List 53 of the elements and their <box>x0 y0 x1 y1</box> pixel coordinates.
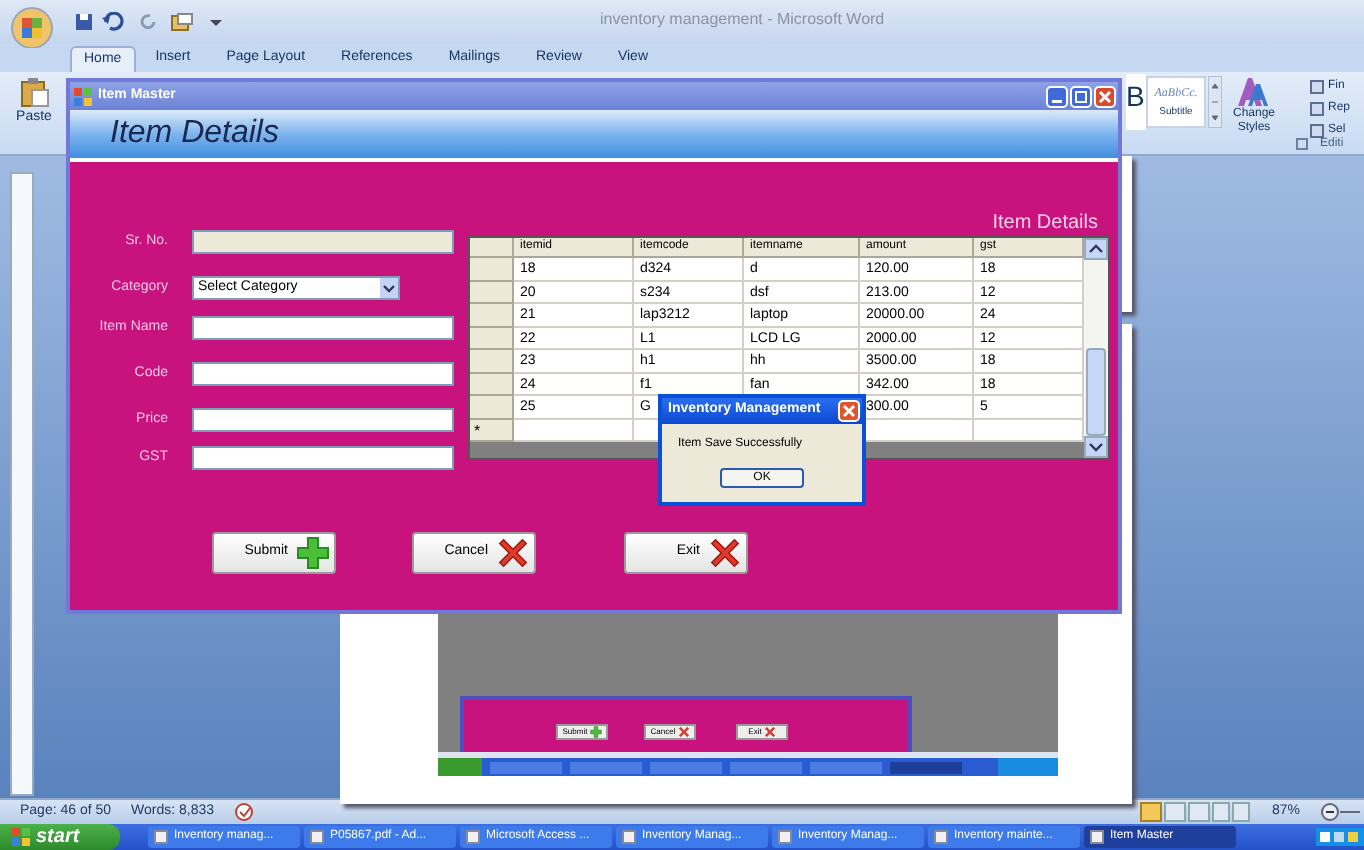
row-header[interactable] <box>470 281 514 304</box>
window-icon <box>154 830 168 844</box>
gallery-scroll-icon[interactable] <box>1208 76 1222 128</box>
dialog-launcher-icon[interactable] <box>1296 138 1308 150</box>
caret-icon <box>380 278 398 298</box>
plus-icon <box>589 726 602 738</box>
window-icon <box>778 830 792 844</box>
app-icon <box>74 87 92 105</box>
row-header[interactable] <box>470 373 514 396</box>
font-letters-icon <box>1236 76 1272 108</box>
new-row-marker: * <box>470 419 514 442</box>
window-icon <box>310 830 324 844</box>
dropdown-arrow-icon[interactable] <box>210 16 222 28</box>
cross-icon <box>496 536 530 570</box>
window-title: inventory management - Microsoft Word <box>600 8 885 32</box>
input-field[interactable] <box>192 408 454 432</box>
input-field[interactable] <box>192 316 454 340</box>
clipboard-icon <box>18 76 50 108</box>
row-header[interactable] <box>470 350 514 373</box>
input-field[interactable] <box>192 446 454 470</box>
scroll-up-icon[interactable] <box>1084 238 1108 260</box>
redo-icon[interactable] <box>138 12 158 32</box>
row-header[interactable] <box>470 258 514 281</box>
cross-icon <box>763 726 776 738</box>
plus-icon <box>296 536 330 570</box>
save-icon[interactable] <box>74 12 94 32</box>
row-header[interactable] <box>470 396 514 419</box>
scroll-down-icon[interactable] <box>1084 436 1108 458</box>
row-header[interactable] <box>470 304 514 327</box>
close-icon[interactable] <box>838 400 860 422</box>
proofing-icon[interactable] <box>234 802 255 822</box>
clipboard-icon[interactable] <box>170 12 194 32</box>
cross-icon <box>708 536 742 570</box>
window-icon <box>934 830 948 844</box>
zoom-slider-icon[interactable] <box>1320 802 1360 822</box>
style-preview[interactable]: B <box>1126 74 1146 130</box>
minimize-icon[interactable] <box>1046 85 1068 107</box>
scrollbar-thumb[interactable] <box>1086 348 1106 436</box>
grid-caption: Item Details <box>992 210 1098 236</box>
maximize-icon[interactable] <box>1070 85 1092 107</box>
input-field[interactable] <box>192 362 454 386</box>
close-icon[interactable] <box>1094 85 1116 107</box>
cross-icon <box>677 726 690 738</box>
window-icon <box>466 830 480 844</box>
window-icon <box>1090 830 1104 844</box>
system-tray-icon[interactable] <box>1316 828 1364 846</box>
undo-icon[interactable] <box>102 12 126 32</box>
header-title: Item Details <box>110 114 279 154</box>
vertical-scrollbar[interactable] <box>1084 238 1108 458</box>
window-icon <box>622 830 636 844</box>
view-buttons-icon[interactable] <box>1139 802 1252 822</box>
windows-logo-icon <box>12 828 30 846</box>
row-header[interactable] <box>470 327 514 350</box>
